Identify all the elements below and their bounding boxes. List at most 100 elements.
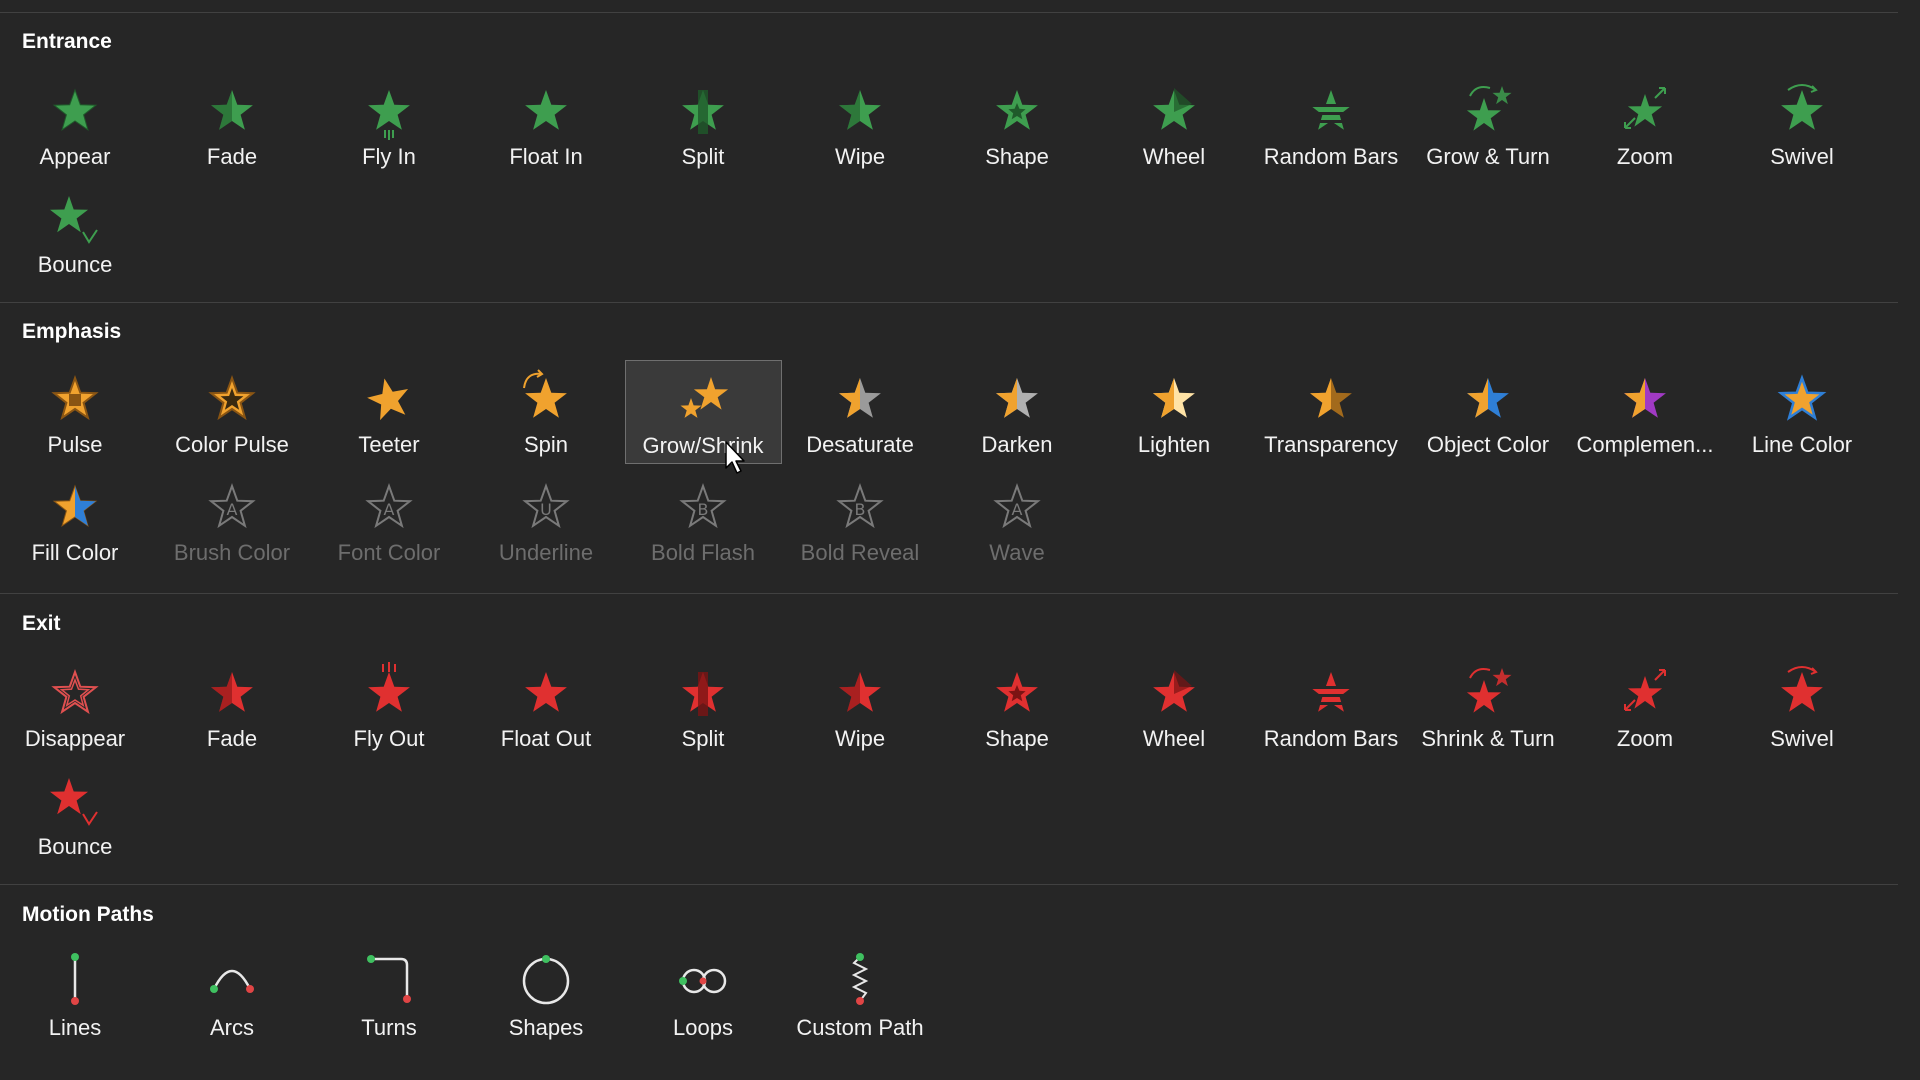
effect-label: Disappear (24, 726, 126, 751)
entrance-effect-random-bars[interactable]: Random Bars (1253, 72, 1410, 176)
star-random-bars-icon (1309, 672, 1353, 712)
entrance-effect-wipe[interactable]: Wipe (782, 72, 939, 176)
emphasis-effect-complemen[interactable]: Complemen... (1567, 360, 1724, 464)
entrance-effect-grow-turn[interactable]: Grow & Turn (1410, 72, 1567, 176)
star-wipe-icon (839, 672, 881, 712)
effect-label: Wheel (1142, 144, 1206, 169)
star-brush-color-icon: A (208, 483, 256, 529)
entrance-effect-fade[interactable]: Fade (154, 72, 311, 176)
motion-effect-loops[interactable]: Loops (625, 943, 782, 1047)
star-shape-icon (996, 90, 1038, 130)
entrance-effect-split[interactable]: Split (625, 72, 782, 176)
entrance-effect-zoom[interactable]: Zoom (1567, 72, 1724, 176)
entrance-effect-swivel[interactable]: Swivel (1724, 72, 1881, 176)
entrance-effect-shape[interactable]: Shape (939, 72, 1096, 176)
motion-effect-shapes[interactable]: Shapes (468, 943, 625, 1047)
emphasis-effect-object-color[interactable]: Object Color (1410, 360, 1567, 464)
section-emphasis: Emphasis Pulse Color Pulse Teeter Spin Grow/… (0, 290, 1898, 590)
emphasis-effect-transparency[interactable]: Transparency (1253, 360, 1410, 464)
emphasis-effect-bold-flash: B Bold Flash (625, 468, 782, 572)
effect-label: Color Pulse (175, 432, 289, 457)
star-bounce-icon (50, 778, 98, 826)
effect-label: Shapes (508, 1015, 584, 1040)
effect-label: Fade (206, 144, 258, 169)
exit-effect-float-out[interactable]: Float Out (468, 654, 625, 758)
star-shape-icon (996, 672, 1038, 712)
star-color-pulse-icon (208, 375, 256, 421)
entrance-effect-fly-in[interactable]: Fly In (311, 72, 468, 176)
emphasis-effect-pulse[interactable]: Pulse (0, 360, 154, 464)
svg-text:B: B (698, 500, 709, 519)
entrance-effect-bounce[interactable]: Bounce (0, 180, 154, 284)
emphasis-effect-spin[interactable]: Spin (468, 360, 625, 464)
motion-lines-icon (71, 953, 79, 1005)
entrance-effect-appear[interactable]: Appear (0, 72, 154, 176)
exit-effect-shape[interactable]: Shape (939, 654, 1096, 758)
star-line-color-icon (1777, 374, 1827, 421)
exit-effect-wheel[interactable]: Wheel (1096, 654, 1253, 758)
effect-label: Swivel (1770, 726, 1834, 751)
emphasis-effect-darken[interactable]: Darken (939, 360, 1096, 464)
star-swivel-icon (1781, 84, 1823, 130)
effect-label: Lines (48, 1015, 102, 1040)
emphasis-effect-teeter[interactable]: Teeter (311, 360, 468, 464)
effect-label: Shape (985, 144, 1049, 169)
effect-label: Bounce (37, 834, 113, 859)
motion-turns-icon (367, 955, 411, 1003)
star-zoom-icon (1624, 669, 1666, 711)
exit-effect-bounce[interactable]: Bounce (0, 762, 154, 866)
emphasis-effect-fill-color[interactable]: Fill Color (0, 468, 154, 572)
emphasis-effect-color-pulse[interactable]: Color Pulse (154, 360, 311, 464)
emphasis-effect-bold-reveal: B Bold Reveal (782, 468, 939, 572)
svg-text:A: A (384, 500, 395, 519)
star-appear-icon (52, 88, 98, 131)
emphasis-effect-lighten[interactable]: Lighten (1096, 360, 1253, 464)
star-bold-reveal-icon: B (836, 483, 884, 529)
exit-effect-shrink-turn[interactable]: Shrink & Turn (1410, 654, 1567, 758)
emphasis-effect-grow-shrink[interactable]: Grow/Shrink (624, 360, 782, 464)
effect-label: Transparency (1264, 432, 1398, 457)
star-fly-out-icon (368, 662, 410, 712)
emphasis-effect-wave: A Wave (939, 468, 1096, 572)
motion-effect-turns[interactable]: Turns (311, 943, 468, 1047)
effect-label: Fade (206, 726, 258, 751)
effect-label: Wipe (834, 726, 886, 751)
effect-label: Underline (498, 540, 594, 565)
star-fill-color-icon (52, 484, 98, 527)
motion-arcs-icon (210, 969, 254, 993)
exit-effect-disappear[interactable]: Disappear (0, 654, 154, 758)
effect-label: Teeter (358, 432, 420, 457)
effect-label: Object Color (1426, 432, 1550, 457)
star-complementary-color-icon (1624, 378, 1666, 418)
exit-effect-fly-out[interactable]: Fly Out (311, 654, 468, 758)
star-wheel-icon (1153, 670, 1195, 712)
effect-label: Split (681, 726, 725, 751)
exit-effect-swivel[interactable]: Swivel (1724, 654, 1881, 758)
effect-label: Pulse (47, 432, 103, 457)
emphasis-effect-line-color[interactable]: Line Color (1724, 360, 1881, 464)
effect-label: Random Bars (1263, 144, 1399, 169)
motion-shapes-icon (522, 955, 570, 1005)
effect-label: Custom Path (796, 1015, 924, 1040)
entrance-effect-float-in[interactable]: Float In (468, 72, 625, 176)
effect-label: Grow & Turn (1426, 144, 1550, 169)
effect-label: Spin (523, 432, 569, 457)
motion-effect-lines[interactable]: Lines (0, 943, 154, 1047)
section-exit: Exit Disappear Fade Fly Out Float Out Split W… (0, 582, 1898, 882)
effect-label: Fill Color (31, 540, 119, 565)
effect-label: Fly In (362, 144, 416, 169)
entrance-effect-wheel[interactable]: Wheel (1096, 72, 1253, 176)
star-grow-turn-icon (1466, 86, 1512, 131)
star-underline-icon: U (522, 483, 570, 529)
exit-effect-split[interactable]: Split (625, 654, 782, 758)
exit-effect-fade[interactable]: Fade (154, 654, 311, 758)
exit-effect-random-bars[interactable]: Random Bars (1253, 654, 1410, 758)
emphasis-effect-desaturate[interactable]: Desaturate (782, 360, 939, 464)
effect-label: Appear (39, 144, 111, 169)
effect-label: Wave (989, 540, 1045, 565)
exit-effect-zoom[interactable]: Zoom (1567, 654, 1724, 758)
motion-effect-custom-path[interactable]: Custom Path (782, 943, 939, 1047)
exit-effect-wipe[interactable]: Wipe (782, 654, 939, 758)
star-random-bars-icon (1309, 90, 1353, 130)
motion-effect-arcs[interactable]: Arcs (154, 943, 311, 1047)
